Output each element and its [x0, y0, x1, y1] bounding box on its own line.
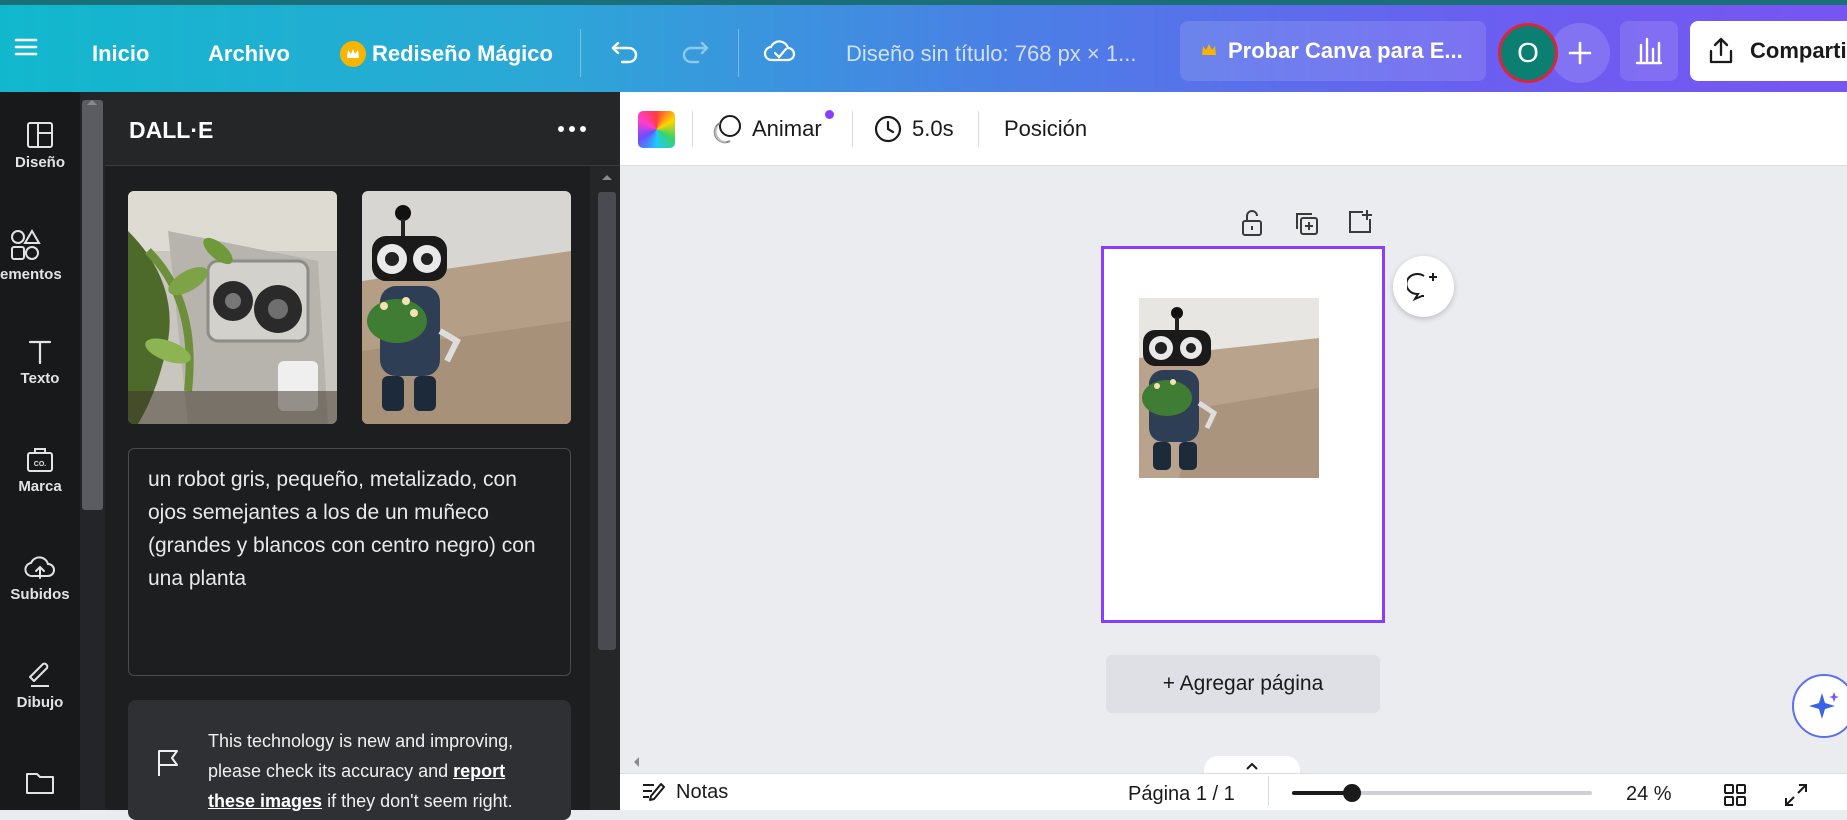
- canvas-image[interactable]: [1139, 298, 1319, 478]
- crown-icon: [1200, 41, 1218, 64]
- try-pro-label: Probar Canva para E...: [1228, 38, 1463, 63]
- comment-plus-icon: [1406, 272, 1437, 301]
- panel-header: DALL·E: [105, 92, 620, 166]
- rail-label: Marca: [18, 478, 62, 495]
- scroll-left-icon[interactable]: [630, 754, 642, 770]
- try-pro-button[interactable]: Probar Canva para E...: [1180, 21, 1486, 81]
- rail-item-uploads[interactable]: Subidos: [0, 552, 80, 603]
- panel-scrollbar-thumb[interactable]: [598, 192, 616, 650]
- context-toolbar: Animar 5.0s Posición: [620, 92, 1847, 166]
- color-picker-button[interactable]: [638, 111, 675, 148]
- top-bar: Inicio Archivo Rediseño Mágico Diseño si…: [0, 5, 1847, 92]
- crown-icon: [340, 41, 366, 67]
- fullscreen-icon[interactable]: [1783, 782, 1809, 808]
- duplicate-page-icon[interactable]: [1293, 210, 1321, 238]
- hamburger-icon[interactable]: [12, 27, 40, 67]
- divider: [738, 29, 739, 77]
- brand-icon: CO.: [27, 448, 53, 472]
- canvas-page[interactable]: [1101, 246, 1385, 623]
- avatar[interactable]: O: [1498, 23, 1558, 83]
- text-icon: [28, 340, 52, 365]
- document-title[interactable]: Diseño sin título: 768 px × 1...: [846, 34, 1136, 74]
- layout-icon: [27, 122, 53, 148]
- redo-icon[interactable]: [678, 31, 712, 71]
- rail-item-design[interactable]: Diseño: [0, 120, 80, 171]
- scroll-up-icon[interactable]: [600, 172, 614, 182]
- divider: [692, 111, 693, 147]
- divider: [852, 111, 853, 147]
- share-button[interactable]: Comparti: [1690, 21, 1847, 81]
- page-indicator[interactable]: Página 1 / 1: [1128, 783, 1235, 806]
- ai-notice-card: This technology is new and improving, pl…: [128, 700, 571, 820]
- shapes-icon: [11, 229, 41, 260]
- notice-text-end: if they don't seem right.: [327, 791, 513, 811]
- animate-icon: [713, 115, 741, 144]
- animate-button[interactable]: Animar: [712, 92, 834, 166]
- animate-label: Animar: [752, 116, 822, 141]
- plus-icon: [1568, 41, 1592, 65]
- magic-assistant-button[interactable]: [1792, 674, 1847, 738]
- zoom-slider-knob[interactable]: [1343, 784, 1361, 802]
- svg-text:CO.: CO.: [34, 461, 47, 468]
- editor-footer: Notas Página 1 / 1 24 %: [620, 773, 1847, 810]
- share-label: Comparti: [1750, 38, 1847, 63]
- insights-button[interactable]: [1620, 21, 1678, 81]
- duration-label: 5.0s: [912, 116, 954, 141]
- unlock-icon[interactable]: [1239, 208, 1265, 238]
- cloud-upload-icon: [24, 556, 55, 579]
- nav-inicio[interactable]: Inicio: [92, 34, 149, 74]
- rail-label: Diseño: [14, 154, 65, 171]
- clock-icon: [874, 115, 902, 143]
- grid-view-icon[interactable]: [1722, 782, 1748, 808]
- new-badge-dot: [825, 110, 834, 119]
- prompt-textarea[interactable]: un robot gris, pequeño, metalizado, con …: [128, 448, 571, 676]
- magic-resize-button[interactable]: Rediseño Mágico: [340, 34, 553, 74]
- zoom-level[interactable]: 24 %: [1626, 783, 1672, 806]
- add-page-icon[interactable]: [1346, 208, 1374, 236]
- divider: [1268, 776, 1269, 806]
- rail-scrollbar-thumb[interactable]: [82, 100, 103, 510]
- more-options-icon[interactable]: [555, 118, 589, 140]
- sparkle-icon: [1809, 692, 1839, 719]
- notes-icon: [643, 783, 665, 801]
- left-rail: Diseño ementos Texto CO. Marca Subidos D…: [0, 92, 80, 810]
- undo-icon[interactable]: [608, 31, 642, 71]
- add-page-button[interactable]: + Agregar página: [1106, 655, 1380, 713]
- rail-label: Dibujo: [16, 694, 64, 711]
- generated-image-1[interactable]: [128, 191, 337, 424]
- zoom-slider[interactable]: [1292, 784, 1592, 802]
- scroll-up-icon[interactable]: [85, 97, 99, 107]
- divider: [580, 29, 581, 77]
- notes-label: Notas: [676, 780, 729, 803]
- flag-icon[interactable]: [155, 748, 181, 778]
- rail-label: Texto: [20, 370, 60, 387]
- bar-chart-icon: [1635, 37, 1663, 65]
- magic-resize-label: Rediseño Mágico: [372, 41, 553, 66]
- draw-icon: [29, 662, 49, 687]
- rail-item-elements[interactable]: ementos: [0, 228, 80, 283]
- duration-button[interactable]: 5.0s: [872, 92, 954, 166]
- cloud-saved-icon[interactable]: [762, 31, 798, 71]
- rail-item-draw[interactable]: Dibujo: [0, 660, 80, 711]
- panel-title: DALL·E: [129, 117, 214, 143]
- rail-item-brand[interactable]: CO. Marca: [0, 444, 80, 495]
- folder-icon: [26, 773, 54, 794]
- chevron-up-icon: [1246, 762, 1258, 770]
- generated-image-2[interactable]: [362, 191, 571, 424]
- rail-item-projects[interactable]: [0, 768, 80, 800]
- rail-label: ementos: [0, 266, 62, 283]
- add-collaborator-button[interactable]: [1550, 23, 1610, 83]
- add-comment-button[interactable]: [1393, 256, 1454, 317]
- position-button[interactable]: Posición: [1004, 92, 1087, 166]
- rail-label: Subidos: [10, 586, 70, 603]
- notes-button[interactable]: Notas: [640, 780, 728, 804]
- rail-item-text[interactable]: Texto: [0, 336, 80, 387]
- divider: [978, 111, 979, 147]
- nav-archivo[interactable]: Archivo: [208, 34, 290, 74]
- share-icon: [1709, 37, 1733, 64]
